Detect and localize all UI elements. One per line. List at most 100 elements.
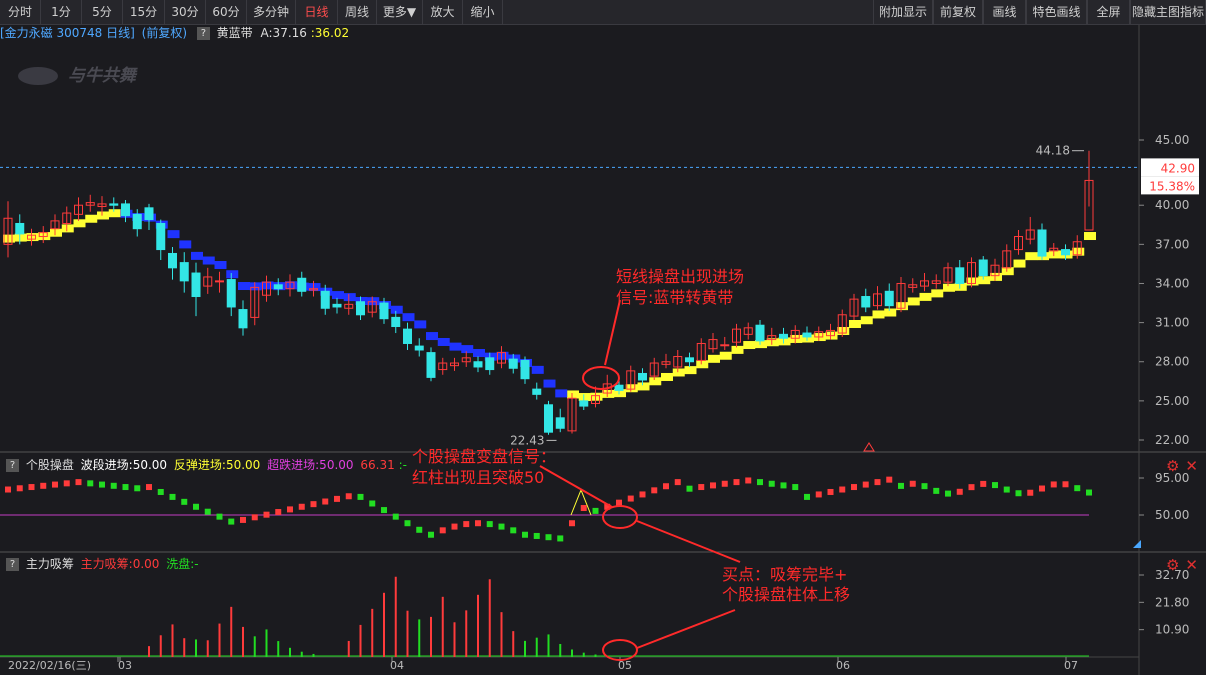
toolbar-button[interactable]: 5分 (82, 0, 123, 24)
close-icon[interactable]: ✕ (1185, 556, 1198, 574)
candle-body (156, 222, 166, 251)
panel2-info-line: ? 个股操盘 波段进场:50.00 反弹进场:50.00 超跌进场:50.00 … (0, 457, 407, 473)
help-icon[interactable]: ? (6, 558, 19, 571)
toolbar-button[interactable]: 特色画线 (1026, 0, 1087, 24)
toolbar-button[interactable]: 全屏 (1087, 0, 1130, 24)
stock-title[interactable]: [金力永磁 300748 日线] (0, 26, 135, 40)
band-block (449, 342, 462, 351)
osc-bar (1062, 481, 1069, 488)
band-block (661, 372, 673, 381)
panel2-name: 个股操盘 (25, 458, 74, 472)
toolbar-button[interactable]: 放大 (423, 0, 463, 24)
warning-triangle-icon (863, 442, 875, 452)
panel2-l2: 反弹进场:50.00 (173, 458, 261, 472)
candle-body (191, 272, 201, 298)
osc-bar (1027, 489, 1034, 496)
osc-bar (451, 523, 458, 530)
osc-bar (369, 500, 376, 507)
band-block (1084, 232, 1096, 241)
toolbar-button[interactable]: 缩小 (463, 0, 503, 24)
annotation-buy-line2: 个股操盘柱体上移 (722, 585, 850, 604)
band-block (238, 282, 250, 291)
date-label: 06 (836, 659, 850, 672)
osc-bar (99, 481, 105, 488)
osc-bar (357, 493, 364, 500)
osc-bar (956, 488, 963, 495)
osc-bar (945, 490, 951, 497)
band-block (108, 209, 121, 218)
band-block (1048, 250, 1061, 259)
panel3-l1: 主力吸筹:0.00 (80, 557, 160, 571)
candle-body (15, 222, 25, 235)
toolbar-button[interactable]: 分时 (0, 0, 41, 24)
low-marker: 22.43 (510, 433, 544, 447)
osc-bar (122, 484, 129, 491)
indicator-a: A:37.16 (260, 26, 307, 40)
band-block (837, 327, 850, 336)
band-block (590, 392, 603, 401)
help-icon[interactable]: ? (196, 27, 210, 40)
candle-body (403, 328, 412, 344)
toolbar-button[interactable]: 1分 (41, 0, 82, 24)
band-block (790, 334, 803, 343)
toolbar-button[interactable]: 附加显示 (873, 0, 933, 24)
candle-body (391, 316, 401, 328)
band-block (672, 368, 685, 377)
chart-stage: 45.00 40.00 37.00 34.00 31.00 28.00 25.00 22.00… (0, 25, 1206, 675)
annotation-signal2-line2: 红柱出现且突破50 (412, 468, 544, 487)
adjust-label: (前复权) (141, 26, 188, 40)
osc-bar (1074, 485, 1081, 492)
candle-body (356, 301, 365, 316)
panel3-axis-label: 10.90 (1155, 623, 1189, 637)
band-block (578, 393, 591, 402)
osc-bar (674, 479, 681, 486)
candle-body (226, 279, 236, 308)
osc-bar (651, 487, 658, 494)
panel3-info-line: ? 主力吸筹 主力吸筹:0.00 洗盘:- (0, 556, 199, 572)
logo-text: 与牛共舞 (67, 66, 136, 86)
osc-bar (193, 503, 199, 510)
band-block (919, 292, 932, 301)
band-block (1001, 267, 1014, 276)
osc-bar (28, 484, 35, 491)
osc-bar (639, 491, 646, 498)
osc-bar (510, 527, 517, 534)
osc-bar (522, 531, 528, 538)
help-icon[interactable]: ? (6, 459, 19, 472)
osc-bar (733, 479, 740, 486)
osc-bar (839, 486, 846, 493)
band-block (849, 319, 861, 328)
band-block (931, 289, 944, 298)
osc-bar (862, 481, 869, 488)
close-icon[interactable]: ✕ (1185, 457, 1198, 475)
gear-icon[interactable]: ⚙ (1166, 457, 1179, 475)
osc-bar (381, 507, 387, 514)
toolbar-button[interactable]: 前复权 (933, 0, 983, 24)
toolbar-button[interactable]: 15分 (123, 0, 165, 24)
toolbar-button[interactable]: 多分钟 (247, 0, 296, 24)
toolbar-button[interactable]: 30分 (165, 0, 206, 24)
osc-bar (52, 481, 58, 488)
toolbar-button[interactable]: 60分 (206, 0, 247, 24)
osc-bar (240, 516, 246, 523)
band-block (907, 297, 920, 306)
toolbar-button[interactable]: 画线 (983, 0, 1026, 24)
band-block (872, 310, 885, 319)
toolbar-button[interactable]: 日线 (296, 0, 338, 24)
candle-body (426, 352, 436, 378)
osc-bar (87, 480, 94, 487)
candle-body (532, 388, 542, 395)
gear-icon[interactable]: ⚙ (1166, 556, 1179, 574)
band-block (343, 293, 356, 302)
toolbar-button[interactable]: 周线 (338, 0, 377, 24)
osc-bar (968, 484, 975, 491)
date-label: 03 (118, 659, 132, 672)
toolbar-button[interactable]: 隐藏主图指标 (1130, 0, 1206, 24)
yellow-band (3, 209, 1096, 402)
panel2-v4: 66.31 (360, 458, 395, 472)
band-block (426, 332, 438, 341)
toolbar-button[interactable]: 更多▼ (377, 0, 423, 24)
band-block (167, 230, 180, 239)
osc-bar (780, 482, 787, 489)
logo: 与牛共舞 (18, 61, 136, 86)
